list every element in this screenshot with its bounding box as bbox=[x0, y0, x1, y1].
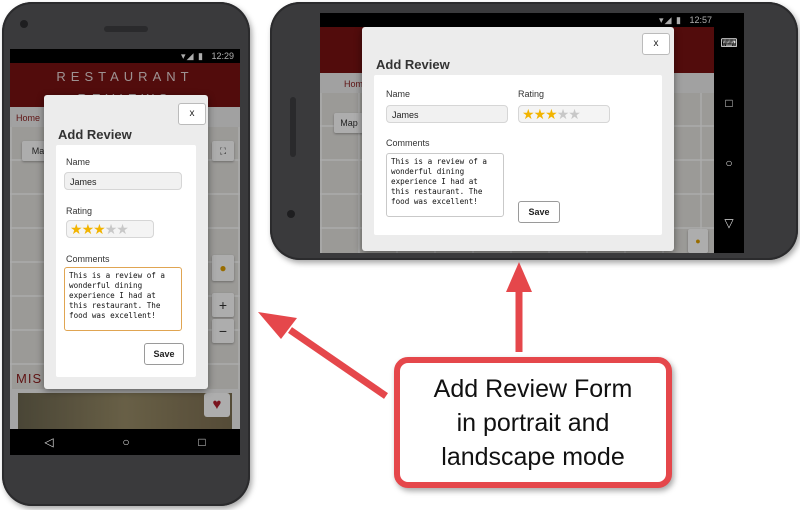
callout-line-3: landscape mode bbox=[441, 443, 625, 471]
arrow-to-portrait bbox=[258, 312, 388, 399]
callout-box: Add Review Form in portrait and landscap… bbox=[394, 357, 672, 488]
callout-line-1: Add Review Form bbox=[433, 375, 633, 403]
callout-line-2: in portrait and bbox=[456, 409, 610, 437]
arrow-to-landscape bbox=[506, 262, 532, 352]
